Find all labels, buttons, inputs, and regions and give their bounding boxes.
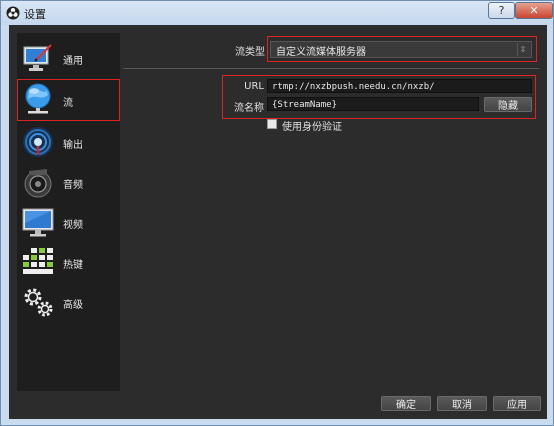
keyboard-icon <box>23 248 53 274</box>
sidebar-item-general[interactable]: 通用 <box>17 39 120 77</box>
ok-label: 确定 <box>396 400 416 411</box>
ok-button[interactable]: 确定 <box>381 396 431 411</box>
obs-logo-icon <box>6 6 20 20</box>
close-button[interactable]: ✕ <box>515 2 553 19</box>
close-icon: ✕ <box>529 4 539 17</box>
sidebar-item-label: 高级 <box>63 300 83 311</box>
stream-key-value: {StreamName} <box>272 100 338 110</box>
sidebar-item-label: 输出 <box>63 140 83 151</box>
apply-label: 应用 <box>507 400 527 411</box>
apply-button[interactable]: 应用 <box>493 396 541 411</box>
title-bar[interactable]: 设置 ? ✕ <box>1 1 553 25</box>
help-button[interactable]: ? <box>488 2 515 19</box>
url-label: URL <box>244 81 264 92</box>
sidebar-item-label: 音频 <box>63 180 83 191</box>
broadcast-icon <box>23 127 53 157</box>
monitor-pen-icon <box>23 44 52 71</box>
globe-network-icon <box>25 83 51 114</box>
sidebar-item-label: 热键 <box>63 260 83 271</box>
gears-icon <box>24 288 53 317</box>
section-divider <box>123 68 539 69</box>
sidebar-item-label: 流 <box>63 98 73 109</box>
stream-key-label: 流名称 <box>234 103 264 114</box>
stream-type-select[interactable]: 自定义流媒体服务器 ⇳ <box>270 41 532 58</box>
stream-key-input[interactable]: {StreamName} <box>267 97 479 111</box>
settings-sidebar: 通用 流 输出 音频 视频 热键 高级 <box>17 33 120 391</box>
cancel-label: 取消 <box>452 400 472 411</box>
display-icon <box>22 208 54 237</box>
hide-key-button[interactable]: 隐藏 <box>484 97 532 112</box>
speaker-icon <box>24 169 52 198</box>
settings-body: 通用 流 输出 音频 视频 热键 高级 流类型 自定义流媒体服务器 ⇳ URL … <box>9 25 547 419</box>
help-label: ? <box>498 4 505 17</box>
chevron-updown-icon: ⇳ <box>517 43 528 56</box>
sidebar-item-label: 视频 <box>63 220 83 231</box>
sidebar-item-label: 通用 <box>63 56 83 67</box>
settings-window: 设置 ? ✕ 通用 流 输出 音频 视频 热键 高级 流类型 自定义流媒体服务器… <box>0 0 554 426</box>
cancel-button[interactable]: 取消 <box>437 396 487 411</box>
sidebar-item-stream[interactable]: 流 <box>17 79 120 121</box>
use-auth-checkbox[interactable] <box>267 119 277 129</box>
url-value: rtmp://nxzbpush.needu.cn/nxzb/ <box>272 82 435 92</box>
window-title: 设置 <box>24 8 46 21</box>
sidebar-item-hotkeys[interactable]: 热键 <box>17 243 120 281</box>
sidebar-item-output[interactable]: 输出 <box>17 123 120 161</box>
stream-type-label: 流类型 <box>235 47 265 58</box>
sidebar-item-advanced[interactable]: 高级 <box>17 283 120 321</box>
sidebar-item-video[interactable]: 视频 <box>17 203 120 241</box>
hide-key-label: 隐藏 <box>498 101 518 112</box>
stream-type-value: 自定义流媒体服务器 <box>276 47 366 58</box>
url-input[interactable]: rtmp://nxzbpush.needu.cn/nxzb/ <box>267 79 532 93</box>
use-auth-label: 使用身份验证 <box>282 122 342 133</box>
sidebar-item-audio[interactable]: 音频 <box>17 163 120 201</box>
